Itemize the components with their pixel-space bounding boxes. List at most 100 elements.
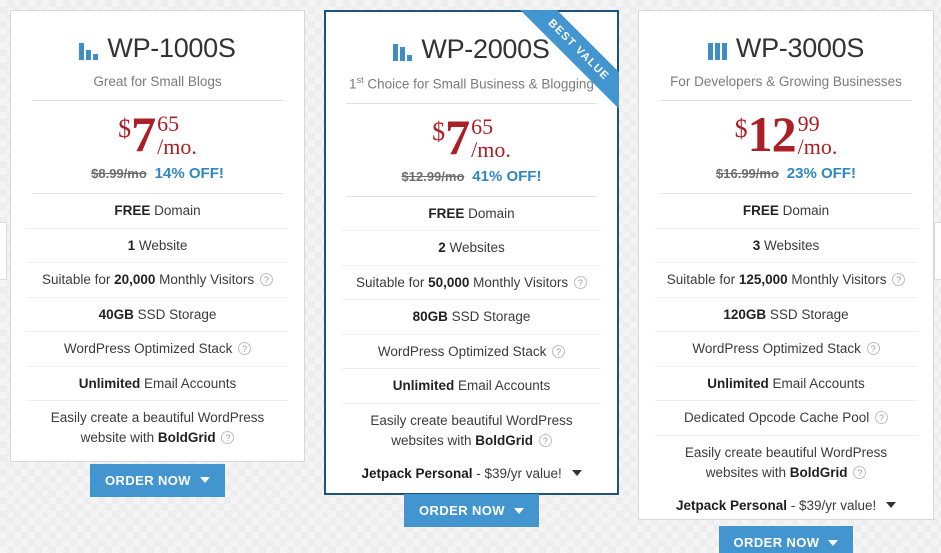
- help-icon[interactable]: ?: [552, 344, 566, 358]
- cta-wrap: ORDER NOW: [639, 517, 933, 553]
- plan-title-row: WP-3000S: [639, 33, 933, 64]
- list-item: Dedicated Opcode Cache Pool ?: [655, 401, 917, 437]
- feature-list: FREE Domain 2 Websites Suitable for 50,0…: [326, 197, 617, 458]
- list-item: WordPress Optimized Stack ?: [27, 332, 288, 367]
- price-cents: 65: [157, 111, 180, 136]
- help-icon[interactable]: ?: [892, 273, 906, 287]
- help-icon[interactable]: ?: [238, 342, 252, 356]
- cta-wrap: ORDER NOW: [326, 485, 617, 528]
- list-item: Suitable for 125,000 Monthly Visitors ?: [655, 263, 917, 298]
- jetpack-value: - $39/yr value!: [472, 466, 562, 482]
- plan-title-row: WP-1000S: [11, 33, 304, 64]
- plan-title-row: WP-2000S: [326, 34, 617, 65]
- list-item: WordPress Optimized Stack ?: [655, 332, 917, 367]
- old-price: $16.99/mo: [716, 166, 779, 182]
- order-now-button[interactable]: ORDER NOW: [718, 526, 854, 553]
- price-fraction: 99 /mo.: [797, 111, 838, 159]
- discount-badge: 14% OFF!: [154, 165, 224, 183]
- list-item: FREE Domain: [342, 197, 601, 232]
- chevron-down-icon: [199, 477, 210, 484]
- list-item: Suitable for 20,000 Monthly Visitors ?: [27, 263, 288, 298]
- jetpack-name: Jetpack Personal: [361, 466, 473, 482]
- price-period: /mo.: [471, 136, 511, 162]
- help-icon[interactable]: ?: [875, 411, 889, 425]
- ordinal-suffix: st: [356, 75, 364, 85]
- plan-tagline-rest: Choice for Small Business & Blogging: [363, 76, 594, 92]
- plan-tagline: For Developers & Growing Businesses: [670, 74, 902, 89]
- order-now-button[interactable]: ORDER NOW: [404, 494, 539, 528]
- bar-chart-equal-icon: [707, 38, 727, 60]
- chevron-down-icon: [828, 539, 839, 546]
- help-icon[interactable]: ?: [221, 431, 235, 445]
- list-item: 2 Websites: [342, 231, 601, 266]
- jetpack-addon-row[interactable]: Jetpack Personal - $39/yr value!: [326, 457, 617, 485]
- list-item: 80GB SSD Storage: [342, 300, 601, 335]
- help-icon[interactable]: ?: [853, 465, 867, 479]
- price-fraction: 65 /mo.: [471, 115, 511, 162]
- price-block: $ 12 99 /mo. $16.99/mo 23% OFF!: [639, 101, 933, 195]
- order-now-label: ORDER NOW: [105, 472, 191, 488]
- price-subline: $16.99/mo 23% OFF!: [639, 165, 933, 182]
- price-amount: 12: [747, 106, 797, 162]
- list-item: FREE Domain: [27, 194, 288, 229]
- plan-header: WP-1000S Great for Small Blogs: [11, 11, 304, 101]
- pricing-plans-row: WP-1000S Great for Small Blogs $ 7 65 /m…: [0, 0, 941, 553]
- chevron-down-icon[interactable]: [571, 470, 582, 477]
- plan-card-wp-2000s[interactable]: BEST VALUE WP-2000S 1st Choice for Small…: [324, 10, 619, 528]
- help-icon[interactable]: ?: [259, 273, 273, 287]
- list-item: FREE Domain: [655, 194, 917, 229]
- list-item: Unlimited Email Accounts: [342, 369, 601, 404]
- jetpack-addon-row[interactable]: Jetpack Personal - $39/yr value!: [639, 489, 933, 517]
- price-cents: 99: [797, 111, 820, 136]
- plan-card-wp-3000s[interactable]: WP-3000S For Developers & Growing Busine…: [638, 10, 934, 553]
- price-line: $ 7 65 /mo.: [118, 106, 197, 162]
- price-amount: 7: [131, 106, 156, 162]
- jetpack-value: - $39/yr value!: [787, 498, 877, 514]
- price-line: $ 12 99 /mo.: [734, 106, 838, 162]
- price-block: $ 7 65 /mo. $8.99/mo 14% OFF!: [11, 101, 304, 195]
- list-item: 120GB SSD Storage: [655, 298, 917, 333]
- list-item: Easily create beautiful WordPress websit…: [684, 445, 888, 480]
- plan-card-wp-1000s[interactable]: WP-1000S Great for Small Blogs $ 7 65 /m…: [10, 10, 305, 497]
- old-price: $12.99/mo: [401, 168, 465, 184]
- list-item: Unlimited Email Accounts: [655, 367, 917, 402]
- currency-symbol: $: [118, 114, 132, 143]
- feature-list: FREE Domain 1 Website Suitable for 20,00…: [11, 194, 304, 455]
- list-item: Easily create a beautiful WordPress webs…: [50, 410, 265, 446]
- discount-badge: 41% OFF!: [472, 167, 542, 185]
- plan-name: WP-2000S: [421, 34, 550, 64]
- cta-wrap: ORDER NOW: [11, 455, 304, 497]
- price-fraction: 65 /mo.: [157, 111, 197, 159]
- plan-tagline: 1st Choice for Small Business & Blogging: [349, 75, 594, 92]
- price-amount: 7: [445, 108, 470, 165]
- order-now-label: ORDER NOW: [419, 503, 505, 519]
- list-item: Suitable for 50,000 Monthly Visitors ?: [342, 266, 601, 301]
- price-subline: $8.99/mo 14% OFF!: [11, 165, 304, 182]
- currency-symbol: $: [734, 114, 748, 143]
- list-item: Easily create beautiful WordPress websit…: [370, 412, 573, 448]
- price-subline: $12.99/mo 41% OFF!: [326, 168, 617, 185]
- list-item: 3 Websites: [655, 229, 917, 264]
- price-period: /mo.: [797, 134, 838, 159]
- jetpack-name: Jetpack Personal: [675, 498, 787, 514]
- bar-chart-descending-icon: [79, 38, 99, 60]
- chevron-down-icon[interactable]: [886, 502, 897, 509]
- plan-name: WP-1000S: [107, 33, 236, 63]
- price-period: /mo.: [157, 134, 197, 159]
- order-now-button[interactable]: ORDER NOW: [90, 463, 225, 497]
- list-item: 1 Website: [27, 229, 288, 264]
- help-icon[interactable]: ?: [573, 275, 587, 289]
- carousel-peek-left[interactable]: [0, 222, 7, 280]
- price-block: $ 7 65 /mo. $12.99/mo 41% OFF!: [326, 104, 617, 197]
- list-item: 40GB SSD Storage: [27, 298, 288, 333]
- discount-badge: 23% OFF!: [786, 165, 856, 183]
- chevron-down-icon: [513, 507, 524, 514]
- carousel-peek-right[interactable]: [934, 222, 941, 280]
- plan-name: WP-3000S: [735, 33, 865, 63]
- plan-header: WP-2000S 1st Choice for Small Business &…: [326, 12, 617, 104]
- price-line: $ 7 65 /mo.: [432, 108, 511, 165]
- bar-chart-descending-icon: [393, 39, 413, 61]
- help-icon[interactable]: ?: [866, 342, 880, 356]
- help-icon[interactable]: ?: [538, 433, 552, 447]
- list-item: WordPress Optimized Stack ?: [342, 335, 601, 370]
